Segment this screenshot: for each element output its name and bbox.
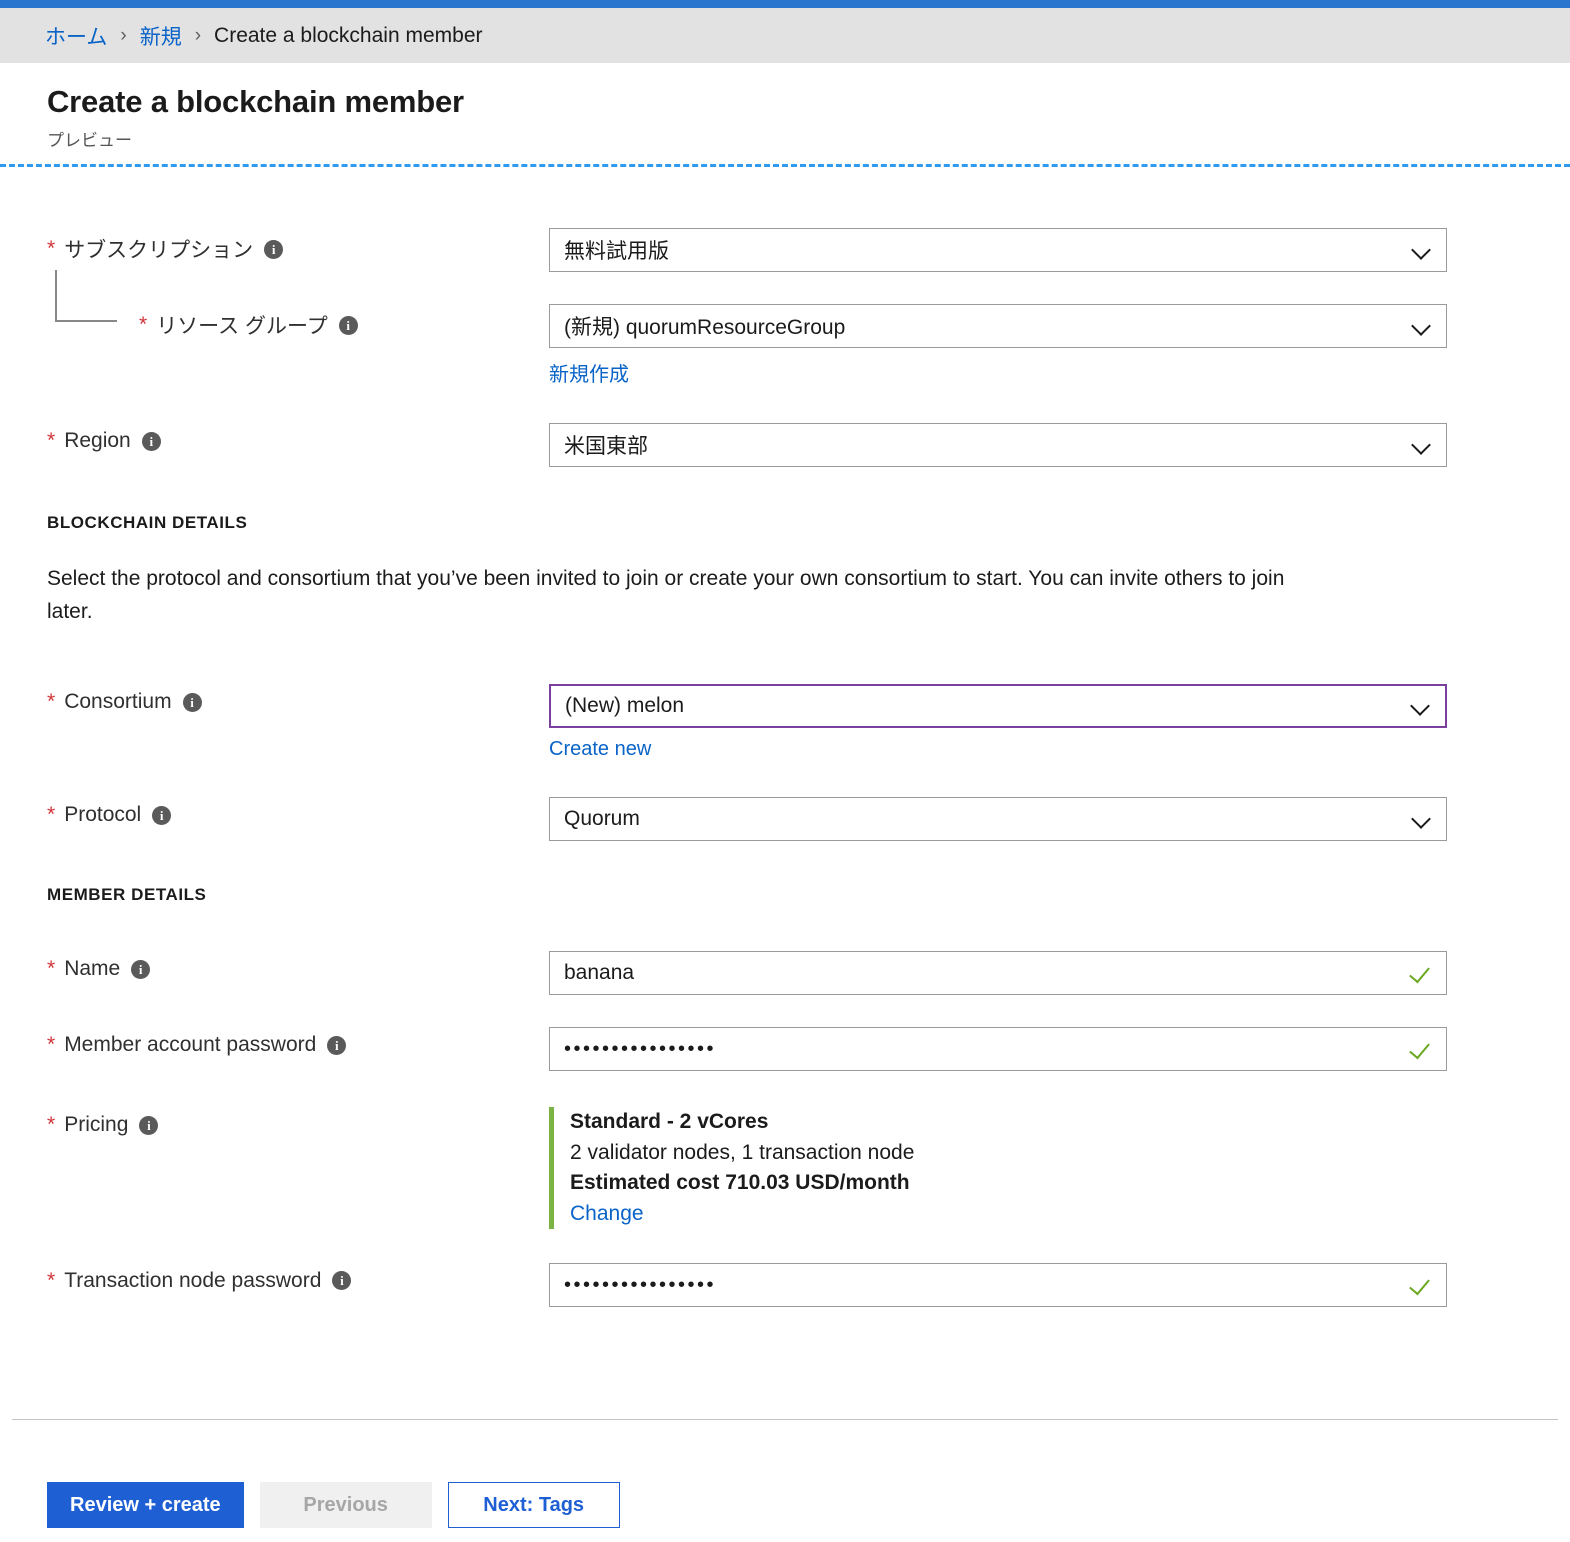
previous-button: Previous — [259, 1482, 432, 1528]
breadcrumb-separator-icon: › — [120, 24, 127, 46]
pricing-nodes: 2 validator nodes, 1 transaction node — [570, 1140, 915, 1164]
protocol-label: * Protocol i — [47, 797, 549, 827]
breadcrumb-new[interactable]: 新規 — [140, 21, 182, 51]
required-asterisk: * — [47, 1033, 56, 1057]
required-asterisk: * — [47, 690, 56, 714]
info-icon[interactable]: i — [332, 1271, 352, 1291]
chevron-down-icon — [1412, 435, 1432, 455]
breadcrumb-current: Create a blockchain member — [214, 23, 483, 47]
valid-check-icon — [1410, 1038, 1432, 1060]
chevron-down-icon — [1412, 809, 1432, 829]
chevron-down-icon — [1412, 240, 1432, 260]
required-asterisk: * — [47, 429, 56, 453]
required-asterisk: * — [47, 957, 56, 981]
required-asterisk: * — [139, 313, 148, 337]
info-icon[interactable]: i — [182, 692, 202, 712]
required-asterisk: * — [47, 237, 56, 261]
consortium-value: (New) melon — [565, 694, 685, 718]
form-area: * サブスクリプション i 無料試用版 * リソース グループ i (新規) q… — [0, 228, 1570, 1307]
name-label: * Name i — [47, 951, 549, 981]
name-value: banana — [564, 961, 635, 985]
pricing-tier: Standard - 2 vCores — [570, 1110, 769, 1134]
pricing-estimated-cost: Estimated cost 710.03 USD/month — [570, 1171, 910, 1195]
field-row-pricing: * Pricing i Standard - 2 vCores 2 valida… — [0, 1107, 1570, 1229]
region-value: 米国東部 — [564, 435, 648, 459]
name-input[interactable]: banana — [549, 951, 1447, 996]
page-title: Create a blockchain member — [47, 84, 464, 119]
member-account-password-input[interactable]: •••••••••••••••• — [549, 1027, 1447, 1072]
pricing-card: Standard - 2 vCores 2 validator nodes, 1… — [549, 1107, 1449, 1229]
pricing-change-link[interactable]: Change — [570, 1199, 1449, 1229]
region-label: * Region i — [47, 423, 549, 453]
chevron-down-icon — [1411, 696, 1431, 716]
protocol-select[interactable]: Quorum — [549, 797, 1447, 842]
top-accent-bar — [0, 0, 1570, 8]
member-account-password-label: * Member account password i — [47, 1027, 549, 1057]
info-icon[interactable]: i — [141, 431, 161, 451]
required-asterisk: * — [47, 803, 56, 827]
resource-group-create-new-link[interactable]: 新規作成 — [549, 358, 629, 387]
footer-actions: Review + create Previous Next: Tags — [0, 1482, 1570, 1528]
info-icon[interactable]: i — [327, 1035, 347, 1055]
blockchain-details-description: Select the protocol and consortium that … — [47, 567, 1285, 623]
consortium-create-new-link[interactable]: Create new — [549, 738, 651, 761]
field-row-member-account-password: * Member account password i ••••••••••••… — [0, 1027, 1570, 1072]
transaction-node-password-input[interactable]: •••••••••••••••• — [549, 1262, 1447, 1307]
transaction-node-password-value: •••••••••••••••• — [564, 1274, 717, 1295]
transaction-node-password-label: * Transaction node password i — [47, 1263, 549, 1293]
breadcrumb-home[interactable]: ホーム — [45, 21, 107, 51]
required-asterisk: * — [47, 1113, 56, 1137]
resource-group-label: * リソース グループ i — [47, 270, 549, 340]
page-subtitle: プレビュー — [47, 131, 132, 151]
subscription-label: * サブスクリプション i — [47, 228, 549, 264]
breadcrumb-separator-icon: › — [194, 24, 202, 46]
resource-group-select[interactable]: (新規) quorumResourceGroup — [549, 304, 1447, 349]
breadcrumb: ホーム › 新規 › Create a blockchain member — [0, 8, 1570, 63]
region-select[interactable]: 米国東部 — [549, 423, 1447, 468]
next-tags-button[interactable]: Next: Tags — [447, 1482, 620, 1528]
member-details-heading: MEMBER DETAILS — [47, 885, 207, 905]
subscription-value: 無料試用版 — [564, 240, 669, 264]
info-icon[interactable]: i — [338, 315, 358, 335]
member-account-password-value: •••••••••••••••• — [564, 1039, 717, 1060]
resource-group-value: (新規) quorumResourceGroup — [564, 316, 846, 340]
tree-connector-icon — [55, 270, 117, 323]
field-row-resource-group: * リソース グループ i (新規) quorumResourceGroup 新… — [0, 270, 1570, 387]
subscription-select[interactable]: 無料試用版 — [549, 228, 1447, 273]
required-asterisk: * — [47, 1268, 56, 1292]
field-row-consortium: * Consortium i (New) melon Create new — [0, 684, 1570, 761]
field-row-name: * Name i banana — [0, 951, 1570, 996]
pricing-label: * Pricing i — [47, 1107, 549, 1137]
field-row-subscription: * サブスクリプション i 無料試用版 — [0, 228, 1570, 273]
info-icon[interactable]: i — [264, 239, 284, 259]
valid-check-icon — [1410, 1274, 1432, 1296]
field-row-transaction-node-password: * Transaction node password i ••••••••••… — [0, 1262, 1570, 1307]
valid-check-icon — [1410, 962, 1432, 984]
field-row-region: * Region i 米国東部 — [0, 423, 1570, 468]
tab-strip — [0, 156, 1570, 180]
review-create-button[interactable]: Review + create — [47, 1482, 244, 1528]
info-icon[interactable]: i — [131, 959, 151, 979]
chevron-down-icon — [1412, 316, 1432, 336]
page-header: Create a blockchain member プレビュー — [0, 63, 1570, 152]
info-icon[interactable]: i — [139, 1115, 159, 1135]
field-row-protocol: * Protocol i Quorum — [0, 797, 1570, 842]
consortium-label: * Consortium i — [47, 684, 549, 714]
footer-divider — [12, 1419, 1558, 1420]
keyboard-focus-outline — [0, 164, 1570, 168]
protocol-value: Quorum — [564, 807, 640, 831]
blockchain-details-heading: BLOCKCHAIN DETAILS — [47, 513, 248, 533]
info-icon[interactable]: i — [152, 805, 172, 825]
consortium-select[interactable]: (New) melon — [549, 684, 1447, 729]
